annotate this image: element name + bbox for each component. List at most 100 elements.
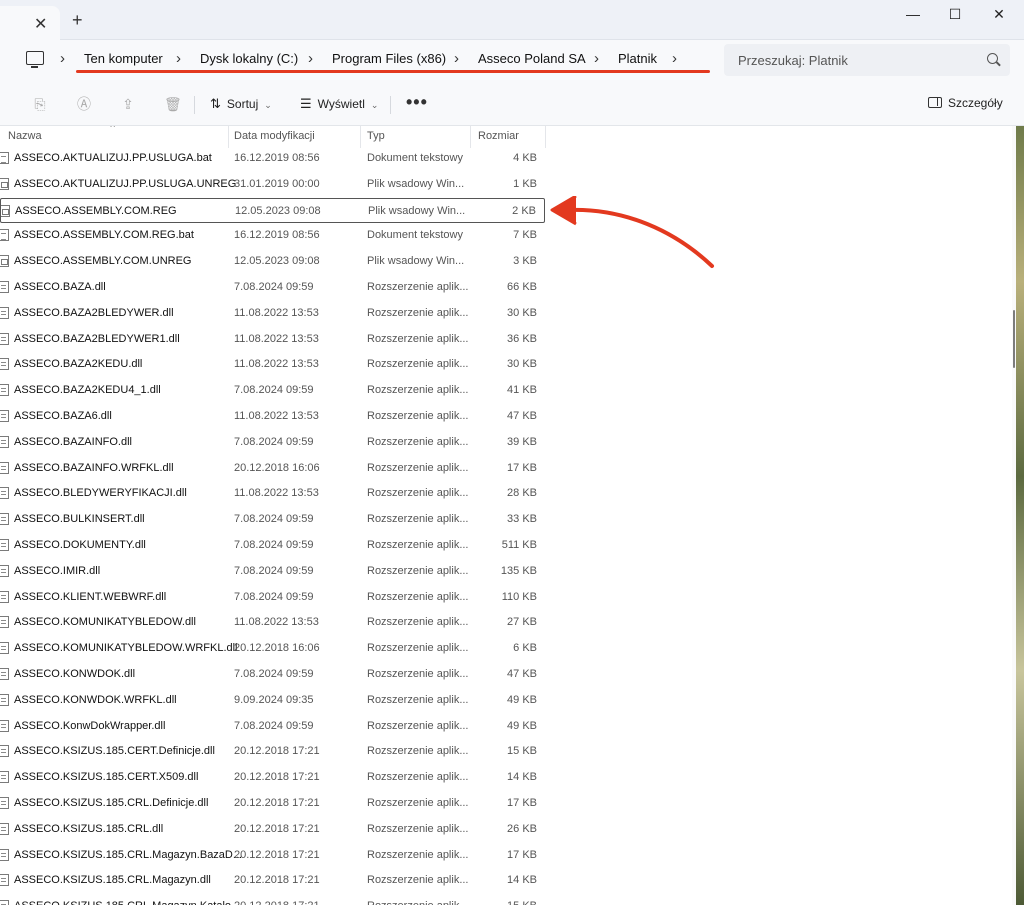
file-row[interactable]: ASSECO.BAZA2KEDU.dll 11.08.2022 13:53 Rozs… [0,352,545,377]
column-separator[interactable] [228,126,229,148]
file-name: ASSECO.BULKINSERT.dll [14,513,145,526]
maximize-button[interactable]: ☐ [940,6,970,24]
browser-tab[interactable]: ✕ [0,6,60,40]
desktop-background [1016,126,1024,905]
file-size: 135 KB [500,564,537,577]
file-row[interactable]: ASSECO.BAZA2KEDU4_1.dll 7.08.2024 09:59 Ro… [0,378,545,403]
file-row[interactable]: ASSECO.DOKUMENTY.dll 7.08.2024 09:59 Rozsz… [0,533,545,558]
file-row[interactable]: ASSECO.KSIZUS.185.CRL.Magazyn.BazaD... 20… [0,843,545,868]
file-row[interactable]: ASSECO.AKTUALIZUJ.PP.USLUGA.UNREG 31.01.2… [0,172,545,197]
breadcrumb-dysk-lokalny[interactable]: Dysk lokalny (C:) [200,51,298,66]
dll-file-icon [0,693,9,706]
file-row[interactable]: ASSECO.BULKINSERT.dll 7.08.2024 09:59 Rozs… [0,507,545,532]
chevron-right-icon[interactable]: › [672,50,677,67]
file-date: 7.08.2024 09:59 [234,564,314,577]
file-type: Rozszerzenie aplik... [367,281,469,293]
view-button[interactable]: ☰ Wyświetl ⌄ [300,96,378,112]
file-date: 20.12.2018 17:21 [234,900,320,905]
file-size: 110 KB [501,590,537,603]
file-size: 41 KB [507,384,537,397]
file-date: 20.12.2018 17:21 [234,874,320,887]
file-type: Rozszerzenie aplik... [367,487,469,500]
file-size: 3 KB [513,255,537,268]
file-row[interactable]: ASSECO.ASSEMBLY.COM.REG.bat 16.12.2019 08… [0,223,545,248]
column-type[interactable]: Typ [367,130,385,142]
file-name: ASSECO.KSIZUS.185.CRL.Definicje.dll [14,797,209,809]
column-separator[interactable] [470,126,471,148]
sort-button[interactable]: ⇅ Sortuj ⌄ [210,96,272,112]
file-row[interactable]: ASSECO.BLEDYWERYFIKACJI.dll 11.08.2022 13… [0,481,545,506]
search-input[interactable]: Przeszukaj: Platnik [738,53,848,68]
file-name: ASSECO.AKTUALIZUJ.PP.USLUGA.UNREG [14,177,237,190]
chevron-right-icon[interactable]: › [60,50,65,67]
file-date: 20.12.2018 17:21 [234,745,320,758]
file-row[interactable]: ASSECO.BAZA6.dll 11.08.2022 13:53 Rozszerz… [0,404,545,429]
dll-file-icon [0,281,9,293]
file-row[interactable]: ASSECO.KLIENT.WEBWRF.dll 7.08.2024 09:59 R… [0,585,545,610]
column-size[interactable]: Rozmiar [478,130,519,142]
rename-icon[interactable]: Ⓐ [76,96,92,112]
file-row[interactable]: ASSECO.KSIZUS.185.CRL.Magazyn.dll 20.12.2… [0,868,545,893]
details-pane-button[interactable]: Szczegóły [928,96,1003,110]
file-name: ASSECO.KOMUNIKATYBLEDOW.dll [14,616,196,629]
search-icon[interactable] [987,53,998,64]
chevron-right-icon[interactable]: › [594,50,599,67]
file-size: 39 KB [507,435,537,448]
file-row[interactable]: ASSECO.KSIZUS.185.CERT.X509.dll 20.12.201… [0,765,545,790]
delete-icon[interactable]: 🗑 [164,96,182,112]
search-box[interactable]: Przeszukaj: Platnik [724,44,1010,76]
file-date: 31.01.2019 00:00 [234,177,320,190]
scrollbar-thumb[interactable] [1013,310,1015,368]
share-icon[interactable]: ⇪ [120,96,136,112]
breadcrumb-ten-komputer[interactable]: Ten komputer [84,51,163,66]
file-size: 47 KB [507,668,537,680]
file-type: Rozszerzenie aplik... [367,410,469,422]
column-name[interactable]: Nazwa [8,130,42,142]
breadcrumb-asseco-poland[interactable]: Asseco Poland SA [478,51,586,66]
file-row[interactable]: ASSECO.KSIZUS.185.CRL.Magazyn.Katalo...2… [0,894,545,905]
file-row[interactable]: ASSECO.BAZA.dll 7.08.2024 09:59 Rozszerzen… [0,275,545,300]
file-row[interactable]: ASSECO.BAZA2BLEDYWER1.dll 11.08.2022 13:5… [0,327,545,352]
chevron-right-icon[interactable]: › [308,50,313,67]
close-window-button[interactable]: ✕ [984,6,1014,24]
breadcrumb-platnik[interactable]: Platnik [618,51,657,66]
file-name: ASSECO.KSIZUS.185.CRL.dll [14,822,164,835]
file-row[interactable]: ASSECO.BAZA2BLEDYWER.dll 11.08.2022 13:53… [0,301,545,326]
file-row[interactable]: ASSECO.KSIZUS.185.CRL.Definicje.dll 20.12… [0,791,545,816]
computer-icon[interactable] [26,51,44,68]
file-row[interactable]: ASSECO.KSIZUS.185.CRL.dll 20.12.2018 17:2… [0,817,545,842]
file-name: ASSECO.KSIZUS.185.CRL.Magazyn.Katalo... [14,900,240,905]
minimize-button[interactable]: — [898,6,928,24]
copy-icon[interactable]: ⎘ [32,96,48,112]
breadcrumb-program-files[interactable]: Program Files (x86) [332,51,446,66]
file-row[interactable]: ASSECO.BAZAINFO.dll 7.08.2024 09:59 Rozsze… [0,430,545,455]
dll-file-icon [0,616,9,629]
file-row[interactable]: ASSECO.KONWDOK.dll 7.08.2024 09:59 Rozszer… [0,662,545,687]
column-separator[interactable] [360,126,361,148]
file-row[interactable]: ASSECO.IMIR.dll 7.08.2024 09:59 Rozszerzen… [0,559,545,584]
tab-close-icon[interactable]: ✕ [34,14,47,34]
more-options-button[interactable]: ••• [406,92,428,113]
column-separator[interactable] [545,126,546,148]
batch-file-icon [0,177,9,190]
file-name: ASSECO.ASSEMBLY.COM.REG.bat [14,229,194,242]
file-size: 17 KB [507,848,537,861]
file-row[interactable]: ASSECO.KonwDokWrapper.dll 7.08.2024 09:59… [0,714,545,739]
new-tab-button[interactable]: + [72,10,83,31]
file-type: Rozszerzenie aplik... [367,461,469,474]
file-row[interactable]: ASSECO.KONWDOK.WRFKL.dll 9.09.2024 09:35 R… [0,688,545,713]
chevron-right-icon[interactable]: › [176,50,181,67]
file-row[interactable]: ASSECO.KOMUNIKATYBLEDOW.WRFKL.dll 20.12.2… [0,636,545,661]
file-row[interactable]: ASSECO.KOMUNIKATYBLEDOW.dll 11.08.2022 13… [0,610,545,635]
file-date: 20.12.2018 16:06 [234,461,320,474]
chevron-right-icon[interactable]: › [454,50,459,67]
column-date[interactable]: Data modyfikacji [234,130,315,142]
file-row[interactable]: ASSECO.AKTUALIZUJ.PP.USLUGA.bat 16.12.201… [0,146,545,171]
file-row[interactable]: ASSECO.BAZAINFO.WRFKL.dll 20.12.2018 16:0… [0,456,545,481]
file-row[interactable]: ASSECO.ASSEMBLY.COM.REG 12.05.2023 09:08 P… [0,197,545,223]
file-name: ASSECO.BAZA2BLEDYWER1.dll [14,332,180,345]
text-file-icon [0,229,9,242]
file-row[interactable]: ASSECO.ASSEMBLY.COM.UNREG 12.05.2023 09:0… [0,249,545,274]
red-arrow-annotation [550,196,714,268]
file-row[interactable]: ASSECO.KSIZUS.185.CERT.Definicje.dll 20.1… [0,739,545,764]
